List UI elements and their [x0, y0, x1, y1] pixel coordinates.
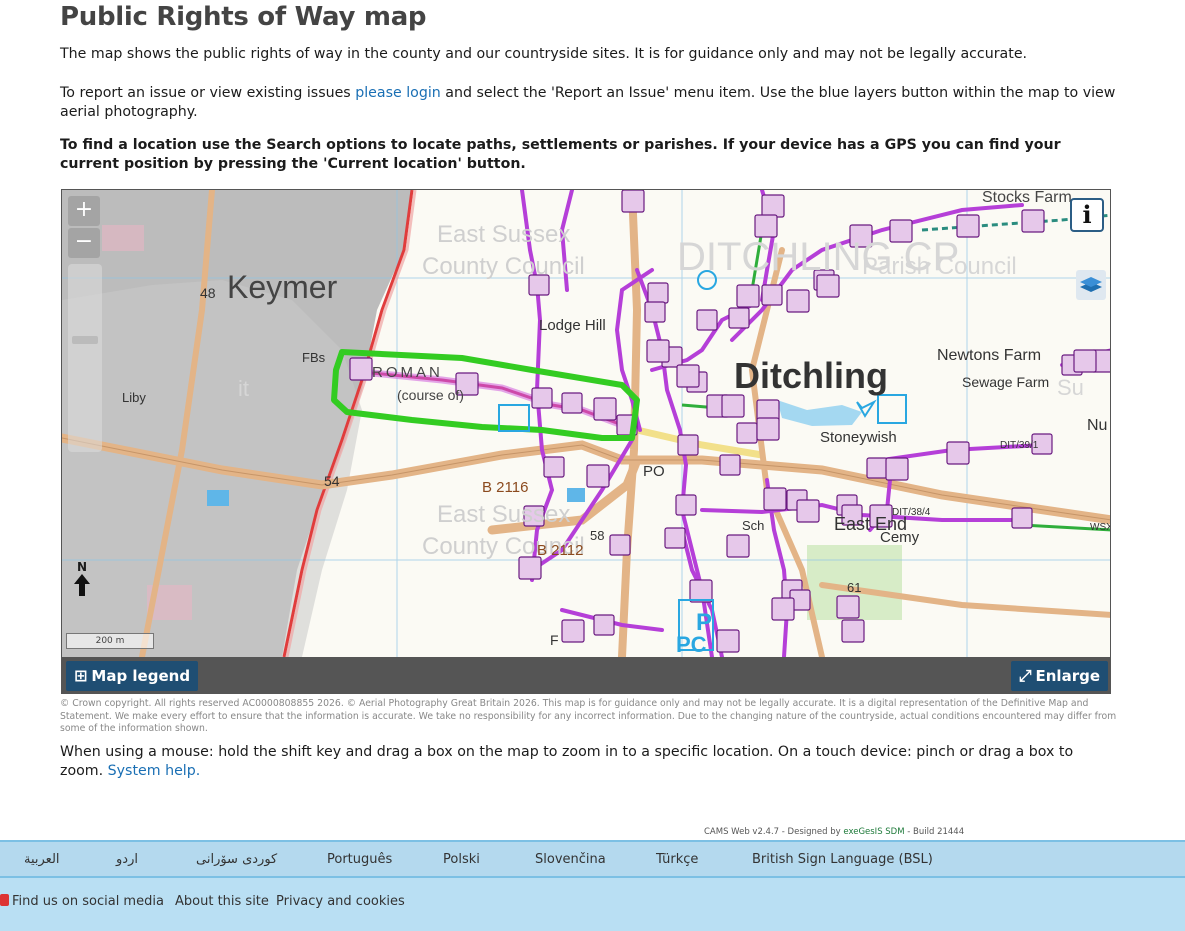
map-label-48: 48	[200, 285, 216, 301]
lang-kurdish-sorani[interactable]: کوردی سۆرانی	[196, 852, 277, 867]
map-toolbar: ⊞ Map legend ⤢ Enlarge	[62, 657, 1110, 693]
about-site-link[interactable]: About this site	[175, 894, 269, 909]
map-label-course-of: (course of)	[397, 387, 464, 403]
info-button[interactable]: i	[1070, 198, 1104, 232]
report-text-before: To report an issue or view existing issu…	[60, 85, 356, 101]
enlarge-label: Enlarge	[1035, 667, 1101, 685]
plus-square-icon: ⊞	[74, 666, 88, 685]
map-label-cemy: Cemy	[880, 529, 920, 546]
zoom-help-text: When using a mouse: hold the shift key a…	[60, 743, 1120, 781]
scale-bar: 200 m	[66, 633, 154, 649]
map-label-it: it	[238, 376, 249, 401]
rights-of-way-map[interactable]: P PC Stocks Farm East Sussex County Coun…	[61, 189, 1111, 694]
zoom-in-button[interactable]: +	[68, 196, 100, 226]
login-link[interactable]: please login	[355, 85, 441, 101]
map-label-su: Su	[1057, 375, 1084, 400]
build-info: CAMS Web v2.4.7 - Designed by exeGesIS S…	[704, 827, 964, 837]
north-label: N	[76, 560, 88, 574]
lang-turkish[interactable]: Türkçe	[656, 852, 698, 867]
map-label-stoneywish: Stoneywish	[820, 429, 897, 446]
map-label-54: 54	[324, 473, 340, 489]
map-legend-label: Map legend	[91, 667, 191, 685]
zoom-out-button[interactable]: −	[68, 228, 100, 258]
zoom-help-body: When using a mouse: hold the shift key a…	[60, 744, 1074, 779]
lang-portuguese[interactable]: Português	[327, 852, 392, 867]
map-label-keymer: Keymer	[227, 269, 338, 305]
social-media-icon	[0, 894, 9, 906]
map-label-po: PO	[643, 463, 665, 480]
copyright-disclaimer: © Crown copyright. All rights reserved A…	[60, 698, 1117, 734]
map-label-east-sussex-1: East Sussex	[437, 221, 570, 248]
map-label-east-sussex-2: East Sussex	[437, 501, 570, 528]
map-label-f: F	[550, 632, 559, 648]
lang-urdu[interactable]: اردو	[116, 852, 138, 867]
map-label-ditchling: Ditchling	[734, 355, 888, 396]
map-label-sch: Sch	[742, 518, 764, 533]
social-media-link[interactable]: Find us on social media	[0, 894, 164, 909]
map-canvas[interactable]: P PC Stocks Farm East Sussex County Coun…	[62, 190, 1111, 657]
layers-icon	[1080, 277, 1102, 292]
map-label-stocks-farm: Stocks Farm	[982, 190, 1072, 206]
map-label-nu: Nu	[1087, 417, 1107, 434]
map-label-b2112: B 2112	[537, 542, 583, 559]
map-label-dit-39-1: DIT/39/1	[1000, 440, 1039, 451]
map-label-dit-38-4: DIT/38/4	[892, 507, 931, 518]
map-label-fbs: FBs	[302, 350, 326, 365]
map-label-lodge-hill: Lodge Hill	[539, 317, 606, 334]
search-tip: To find a location use the Search option…	[60, 137, 1061, 172]
map-legend-button[interactable]: ⊞ Map legend	[66, 661, 199, 691]
map-label-roman: ROMAN	[372, 364, 443, 381]
map-label-61: 61	[847, 580, 861, 595]
footer-bar: Find us on social media About this site …	[0, 878, 1185, 931]
layers-button[interactable]	[1076, 270, 1106, 300]
map-label-parish-council: Parish Council	[862, 253, 1017, 280]
expand-icon: ⤢	[1018, 666, 1032, 685]
zoom-slider-handle[interactable]	[72, 336, 98, 344]
lang-polish[interactable]: Polski	[443, 852, 480, 867]
lang-slovenian[interactable]: Slovenčina	[535, 852, 606, 867]
map-label-b2116: B 2116	[482, 479, 528, 496]
build-suffix: - Build 21444	[904, 827, 965, 837]
intro-text: The map shows the public rights of way i…	[60, 46, 1028, 62]
map-label-sewage-farm: Sewage Farm	[962, 374, 1049, 390]
map-label-pc: PC	[676, 632, 707, 657]
build-prefix: CAMS Web v2.4.7 - Designed by	[704, 827, 844, 837]
map-label-county-council-1: County Council	[422, 253, 585, 280]
enlarge-button[interactable]: ⤢ Enlarge	[1010, 661, 1108, 691]
map-label-58: 58	[590, 528, 604, 543]
privacy-cookies-link[interactable]: Privacy and cookies	[276, 894, 405, 909]
map-label-wsx: WSX	[1090, 522, 1111, 533]
lang-arabic[interactable]: العربية	[24, 852, 60, 867]
social-media-label: Find us on social media	[12, 894, 164, 909]
north-arrow-icon	[74, 574, 90, 596]
lang-bsl[interactable]: British Sign Language (BSL)	[752, 852, 933, 867]
language-bar: العربية اردو کوردی سۆرانی Português Pols…	[0, 840, 1185, 878]
map-label-liby: Liby	[122, 390, 146, 405]
map-label-newtons-farm: Newtons Farm	[937, 347, 1041, 364]
system-help-link[interactable]: System help.	[108, 763, 201, 779]
designer-link[interactable]: exeGesIS SDM	[843, 827, 904, 837]
report-text: To report an issue or view existing issu…	[60, 84, 1120, 122]
zoom-slider[interactable]	[68, 264, 102, 452]
page-title: Public Rights of Way map	[60, 2, 427, 32]
north-arrow: N	[72, 560, 92, 599]
